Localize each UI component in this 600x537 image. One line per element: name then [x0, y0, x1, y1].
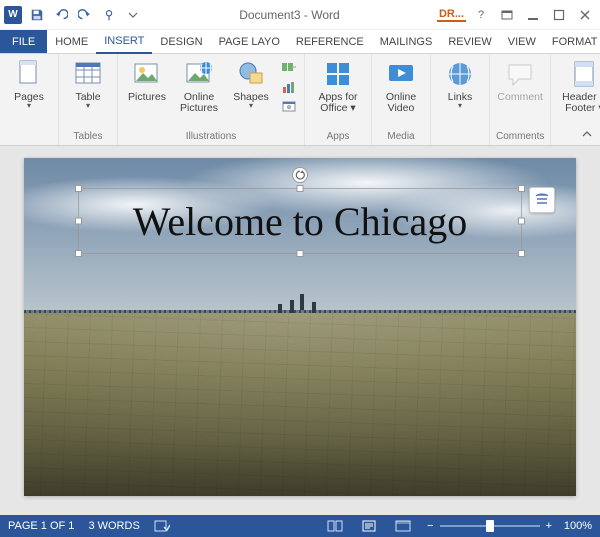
- resize-handle-e[interactable]: [518, 218, 525, 225]
- comment-icon: [504, 58, 536, 90]
- ribbon: Pages ▾ Table ▾ Tables Pictures Online P…: [0, 54, 600, 146]
- zoom-in-button[interactable]: +: [546, 520, 552, 532]
- layout-options-button[interactable]: [529, 187, 555, 213]
- zoom-level[interactable]: 100%: [558, 520, 592, 532]
- tab-file[interactable]: FILE: [0, 30, 47, 53]
- tab-view[interactable]: VIEW: [500, 30, 544, 53]
- ribbon-display-options-button[interactable]: [496, 6, 518, 24]
- status-bar: PAGE 1 OF 1 3 WORDS − + 100%: [0, 515, 600, 537]
- group-links: Links ▾: [431, 54, 490, 145]
- links-button[interactable]: Links ▾: [437, 58, 483, 109]
- tab-references[interactable]: REFERENCE: [288, 30, 372, 53]
- zoom-out-button[interactable]: −: [427, 520, 433, 532]
- word-app-icon: W: [4, 6, 22, 24]
- video-icon: [385, 58, 417, 90]
- inserted-picture[interactable]: Welcome to Chicago: [24, 158, 576, 496]
- proofing-button[interactable]: [154, 519, 170, 533]
- online-pictures-button[interactable]: Online Pictures: [176, 58, 222, 114]
- group-caption: Illustrations: [186, 129, 237, 143]
- resize-handle-ne[interactable]: [518, 185, 525, 192]
- maximize-button[interactable]: [548, 6, 570, 24]
- table-button[interactable]: Table ▾: [65, 58, 111, 109]
- shapes-icon: [235, 58, 267, 90]
- pages-button[interactable]: Pages ▾: [6, 58, 52, 109]
- redo-button[interactable]: [76, 6, 94, 24]
- qat-customize-button[interactable]: [124, 6, 142, 24]
- web-layout-button[interactable]: [393, 518, 413, 534]
- resize-handle-w[interactable]: [75, 218, 82, 225]
- resize-handle-sw[interactable]: [75, 250, 82, 257]
- smartart-button[interactable]: [280, 58, 298, 76]
- title-bar: W Document3 - Word DR... ?: [0, 0, 600, 30]
- apps-icon: [322, 58, 354, 90]
- read-mode-button[interactable]: [325, 518, 345, 534]
- help-button[interactable]: ?: [470, 6, 492, 24]
- group-caption: Media: [387, 129, 414, 143]
- group-apps: Apps for Office ▾ Apps: [305, 54, 372, 145]
- print-layout-button[interactable]: [359, 518, 379, 534]
- chart-button[interactable]: [280, 78, 298, 96]
- shapes-button[interactable]: Shapes ▾: [228, 58, 274, 109]
- table-icon: [72, 58, 104, 90]
- window-title: Document3 - Word: [146, 8, 433, 22]
- chevron-down-icon: ▾: [249, 103, 253, 109]
- apps-for-office-button[interactable]: Apps for Office ▾: [311, 58, 365, 114]
- header-footer-icon: [568, 58, 600, 90]
- zoom-slider[interactable]: [440, 519, 540, 533]
- ribbon-tabs: FILE HOME INSERT DESIGN PAGE LAYO REFERE…: [0, 30, 600, 54]
- contextual-tab-group[interactable]: DR...: [437, 8, 466, 22]
- group-pages: Pages ▾: [0, 54, 59, 145]
- collapse-ribbon-button[interactable]: [580, 127, 594, 141]
- resize-handle-nw[interactable]: [75, 185, 82, 192]
- resize-handle-n[interactable]: [297, 185, 304, 192]
- page-indicator[interactable]: PAGE 1 OF 1: [8, 520, 74, 532]
- word-count[interactable]: 3 WORDS: [88, 520, 139, 532]
- group-media: Online Video Media: [372, 54, 431, 145]
- comment-button: Comment: [497, 58, 543, 103]
- close-button[interactable]: [574, 6, 596, 24]
- quick-access-toolbar: W: [0, 6, 146, 24]
- tab-mailings[interactable]: MAILINGS: [372, 30, 441, 53]
- tab-format[interactable]: FORMAT: [544, 30, 600, 53]
- undo-button[interactable]: [52, 6, 70, 24]
- header-footer-button[interactable]: Header & Footer ▾: [557, 58, 600, 114]
- group-illustrations: Pictures Online Pictures Shapes ▾ ⊕ Illu…: [118, 54, 305, 145]
- minimize-button[interactable]: [522, 6, 544, 24]
- group-comments: Comment Comments: [490, 54, 551, 145]
- text-box-selected[interactable]: Welcome to Chicago: [78, 188, 522, 254]
- textbox-text[interactable]: Welcome to Chicago: [133, 198, 467, 245]
- group-caption: Tables: [74, 129, 103, 143]
- rotate-handle[interactable]: [292, 167, 308, 183]
- page-icon: [13, 58, 45, 90]
- pictures-icon: [131, 58, 163, 90]
- group-caption: Apps: [327, 129, 350, 143]
- tab-page-layout[interactable]: PAGE LAYO: [211, 30, 288, 53]
- tab-review[interactable]: REVIEW: [440, 30, 499, 53]
- chevron-down-icon: ▾: [27, 103, 31, 109]
- online-video-button[interactable]: Online Video: [378, 58, 424, 114]
- resize-handle-se[interactable]: [518, 250, 525, 257]
- screenshot-button[interactable]: ⊕: [280, 98, 298, 116]
- tab-design[interactable]: DESIGN: [152, 30, 210, 53]
- touch-mode-button[interactable]: [100, 6, 118, 24]
- link-icon: [444, 58, 476, 90]
- chevron-down-icon: ▾: [458, 103, 462, 109]
- online-pictures-icon: [183, 58, 215, 90]
- tab-home[interactable]: HOME: [47, 30, 96, 53]
- tab-insert[interactable]: INSERT: [96, 30, 152, 54]
- pictures-button[interactable]: Pictures: [124, 58, 170, 103]
- save-button[interactable]: [28, 6, 46, 24]
- group-tables: Table ▾ Tables: [59, 54, 118, 145]
- group-caption: Comments: [496, 129, 544, 143]
- document-area[interactable]: Welcome to Chicago: [0, 146, 600, 515]
- resize-handle-s[interactable]: [297, 250, 304, 257]
- svg-text:⊕: ⊕: [286, 105, 291, 111]
- chevron-down-icon: ▾: [86, 103, 90, 109]
